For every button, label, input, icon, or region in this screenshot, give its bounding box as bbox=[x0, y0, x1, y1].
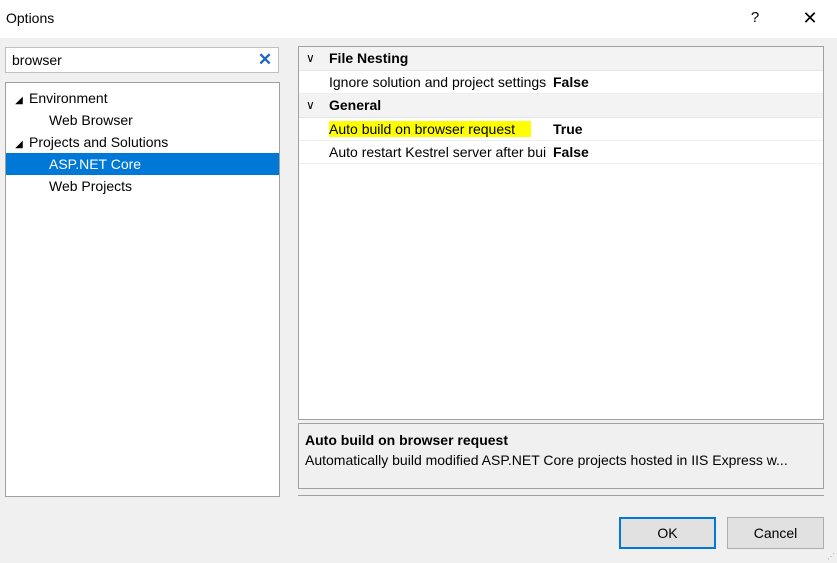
category-label: File Nesting bbox=[329, 50, 409, 66]
chevron-down-icon[interactable]: ∨ bbox=[306, 94, 318, 117]
property-value[interactable]: False bbox=[553, 141, 589, 163]
property-row[interactable]: Auto restart Kestrel server after build … bbox=[299, 141, 823, 164]
tree-item-label: Projects and Solutions bbox=[29, 134, 169, 150]
search-box: ✕ bbox=[5, 47, 279, 73]
description-panel: Auto build on browser request Automatica… bbox=[298, 423, 824, 489]
category-general[interactable]: ∨ General bbox=[299, 94, 823, 118]
clear-search-icon[interactable]: ✕ bbox=[257, 50, 273, 70]
search-input[interactable] bbox=[6, 48, 252, 72]
property-name: Auto restart Kestrel server after build bbox=[329, 144, 547, 160]
options-tree: ◢ Environment Web Browser ◢ Projects and S… bbox=[5, 82, 280, 497]
title-bar: Options ? ✕ bbox=[0, 0, 837, 38]
tree-item-web-projects[interactable]: Web Projects bbox=[6, 175, 279, 197]
tree-item-environment[interactable]: ◢ Environment bbox=[6, 87, 279, 109]
close-button[interactable]: ✕ bbox=[795, 3, 825, 33]
description-title: Auto build on browser request bbox=[305, 432, 509, 448]
property-grid: ∨ File Nesting Ignore solution and proje… bbox=[298, 46, 824, 420]
divider bbox=[298, 495, 824, 496]
tree-item-label: Environment bbox=[29, 90, 108, 106]
tree-item-label: Web Projects bbox=[49, 178, 132, 194]
window-title: Options bbox=[6, 10, 55, 26]
tree-item-web-browser[interactable]: Web Browser bbox=[6, 109, 279, 131]
help-button[interactable]: ? bbox=[740, 3, 770, 33]
tree-item-aspnet-core[interactable]: ASP.NET Core bbox=[6, 153, 279, 175]
property-row-highlighted[interactable]: Auto build on browser request True bbox=[299, 118, 823, 141]
category-label: General bbox=[329, 97, 382, 113]
property-name: Auto build on browser request bbox=[329, 118, 547, 140]
tree-item-label: ASP.NET Core bbox=[49, 156, 142, 172]
description-text: Automatically build modified ASP.NET Cor… bbox=[305, 452, 788, 468]
tree-item-projects-and-solutions[interactable]: ◢ Projects and Solutions bbox=[6, 131, 279, 153]
cancel-button[interactable]: Cancel bbox=[727, 517, 824, 549]
property-row[interactable]: Ignore solution and project settings Fal… bbox=[299, 71, 823, 94]
property-name: Ignore solution and project settings bbox=[329, 74, 547, 90]
resize-grip-icon[interactable]: ⋰ bbox=[827, 553, 835, 561]
property-value[interactable]: True bbox=[553, 118, 583, 140]
category-file-nesting[interactable]: ∨ File Nesting bbox=[299, 47, 823, 71]
property-value[interactable]: False bbox=[553, 71, 589, 93]
ok-button[interactable]: OK bbox=[619, 517, 716, 549]
chevron-down-icon[interactable]: ∨ bbox=[306, 47, 318, 70]
tree-item-label: Web Browser bbox=[49, 112, 133, 128]
